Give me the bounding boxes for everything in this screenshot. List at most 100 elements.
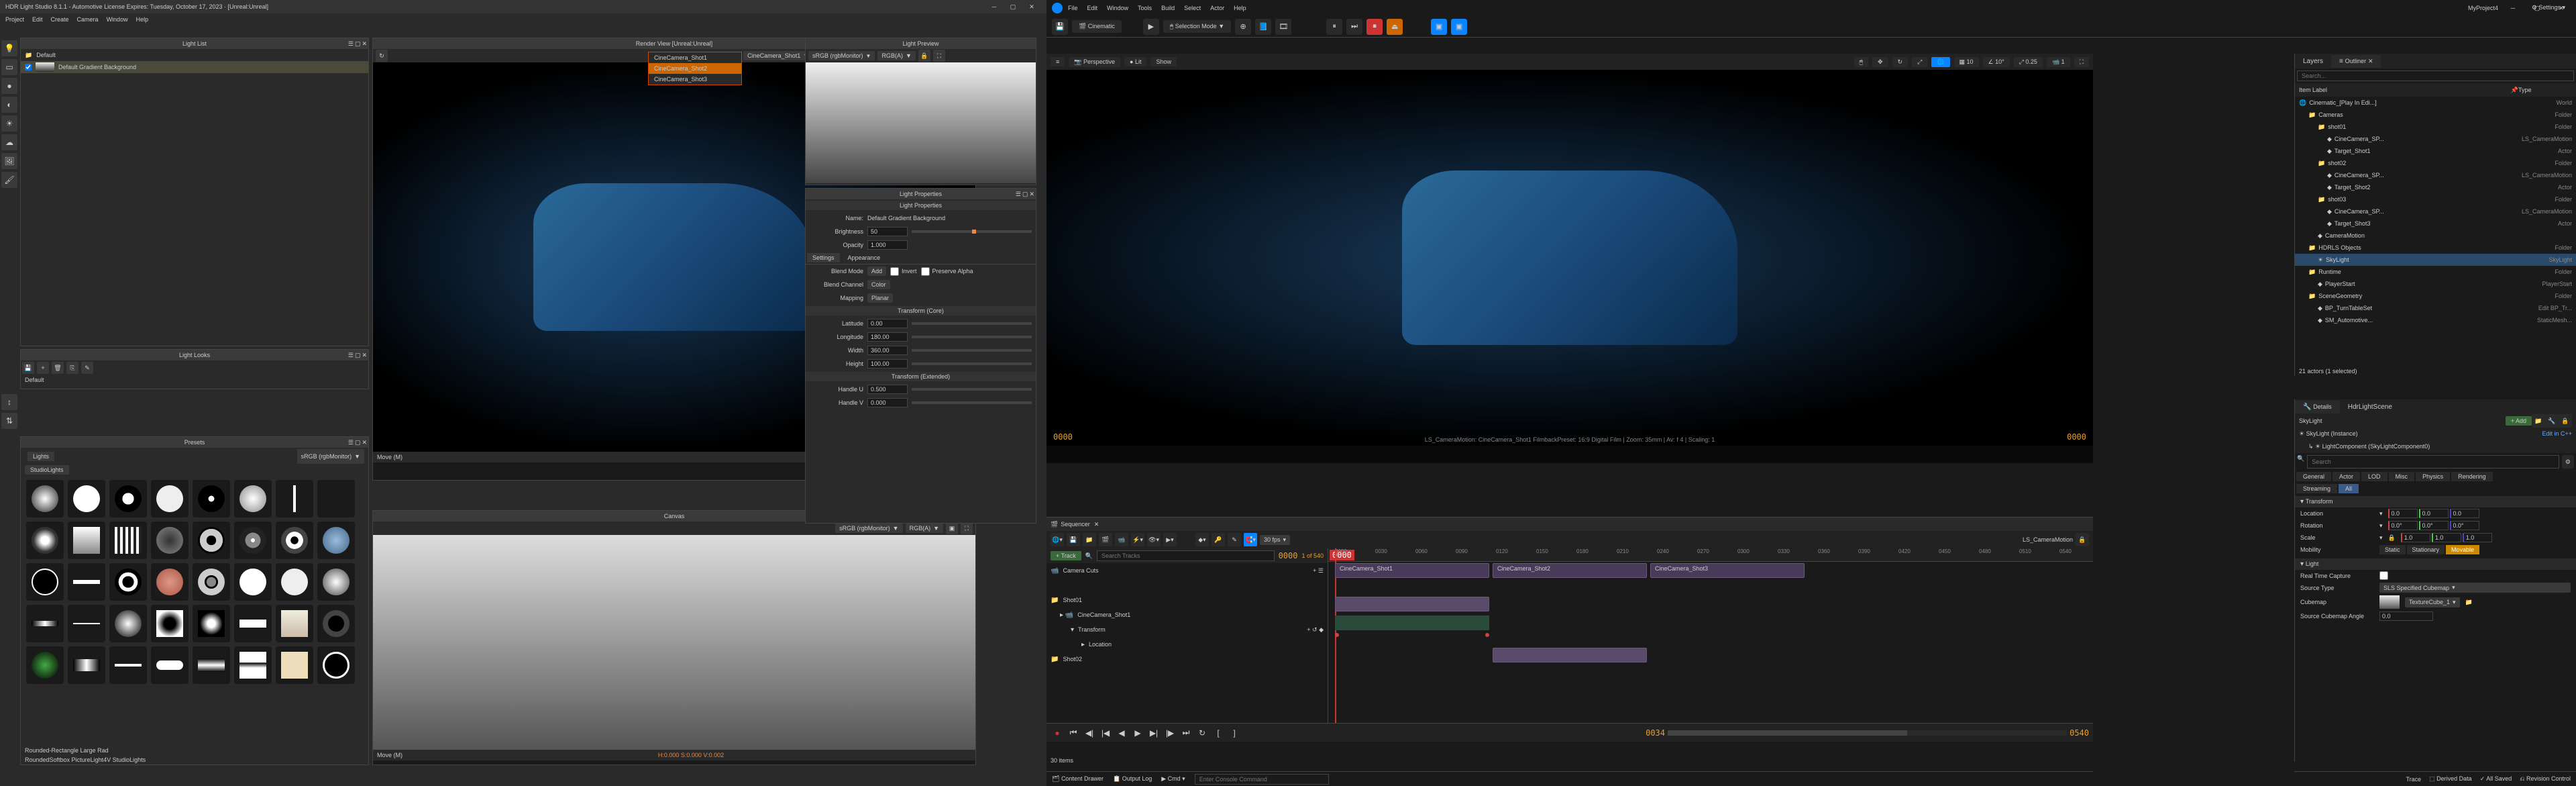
outliner-row[interactable]: ◆Target_Shot1Actor bbox=[2295, 145, 2576, 157]
ue-menu-help[interactable]: Help bbox=[1234, 5, 1246, 11]
preset-item[interactable] bbox=[193, 480, 230, 518]
preset-item[interactable] bbox=[109, 563, 147, 601]
cubemap-thumbnail[interactable] bbox=[2379, 595, 2400, 609]
fps-dropdown[interactable]: 30 fps ▾ bbox=[1260, 535, 1290, 545]
stop-icon[interactable]: ⏹ bbox=[1366, 19, 1383, 35]
preset-item[interactable] bbox=[317, 480, 355, 518]
preview-channels-dropdown[interactable]: RGB(A) ▼ bbox=[877, 51, 915, 60]
panel-close-icon[interactable]: ✕ bbox=[1029, 191, 1034, 198]
preset-item[interactable] bbox=[68, 522, 105, 559]
platform2-icon[interactable]: ▣ bbox=[1451, 19, 1467, 35]
output-log-button[interactable]: 📋 Output Log bbox=[1113, 775, 1152, 783]
keyframe[interactable] bbox=[1485, 633, 1489, 637]
seq-playback-icon[interactable]: ▶▾ bbox=[1163, 533, 1177, 546]
rotation-x-input[interactable] bbox=[2388, 521, 2418, 530]
preview-lock-icon[interactable]: 🔒 bbox=[918, 50, 930, 62]
opacity-input[interactable] bbox=[867, 240, 908, 250]
scale-y-input[interactable] bbox=[2432, 533, 2461, 542]
tool-brush-icon[interactable]: 🖌 bbox=[1, 172, 17, 188]
outliner-row[interactable]: 📁shot01Folder bbox=[2295, 121, 2576, 133]
play-button[interactable]: ▶ bbox=[1131, 726, 1144, 740]
outliner-row[interactable]: ◆Target_Shot3Actor bbox=[2295, 217, 2576, 230]
save-icon[interactable]: 💾 bbox=[1052, 19, 1068, 35]
tool-sky-icon[interactable]: ☁ bbox=[1, 134, 17, 150]
latitude-input[interactable] bbox=[867, 319, 908, 328]
range-end-button[interactable]: ] bbox=[1228, 726, 1241, 740]
light-list-row[interactable]: Default Gradient Background bbox=[21, 61, 368, 73]
seq-lock-icon[interactable]: 🔒 bbox=[2076, 533, 2089, 546]
preset-item[interactable] bbox=[193, 563, 230, 601]
looks-nav2-icon[interactable]: ⇅ bbox=[1, 413, 17, 429]
preset-item[interactable] bbox=[317, 605, 355, 642]
panel-close-icon[interactable]: ✕ bbox=[362, 352, 367, 359]
details-options-icon[interactable]: ⚙ bbox=[2562, 455, 2574, 469]
preview-fit-icon[interactable]: ⛶ bbox=[933, 50, 945, 62]
tool-image-icon[interactable]: 🖼 bbox=[1, 153, 17, 169]
canvas-colorspace-dropdown[interactable]: sRGB (rgbMonitor) ▼ bbox=[835, 524, 902, 533]
clip-shot2[interactable]: CineCamera_Shot2 bbox=[1493, 563, 1647, 578]
ue-minimize-button[interactable]: ─ bbox=[2504, 3, 2522, 13]
preset-item[interactable] bbox=[109, 605, 147, 642]
track-camera[interactable]: ▸ 📹 CineCamera_Shot1 bbox=[1046, 607, 1328, 622]
outliner-row[interactable]: 📁shot03Folder bbox=[2295, 193, 2576, 205]
keyframe[interactable] bbox=[1335, 633, 1339, 637]
latitude-slider[interactable] bbox=[912, 322, 1032, 325]
brightness-input[interactable] bbox=[867, 227, 908, 236]
transform-ext-header[interactable]: Transform (Extended) bbox=[806, 372, 1036, 381]
seq-find-icon[interactable]: 📁 bbox=[1083, 533, 1096, 546]
tab-layers[interactable]: Layers bbox=[2295, 55, 2331, 68]
blueprint-icon[interactable]: 📘 bbox=[1255, 19, 1271, 35]
seq-key-icon[interactable]: ◆▾ bbox=[1195, 533, 1209, 546]
light-enable-checkbox[interactable] bbox=[25, 64, 32, 70]
preset-colorspace-dropdown[interactable]: sRGB (rgbMonitor) ▼ bbox=[297, 449, 364, 464]
tab-close-icon[interactable]: ✕ bbox=[1094, 521, 1099, 528]
panel-opts-icon[interactable]: ☰ bbox=[348, 439, 354, 446]
filter-physics[interactable]: Physics bbox=[2416, 472, 2450, 481]
clip-shot1[interactable]: CineCamera_Shot1 bbox=[1335, 563, 1489, 578]
ue-menu-tools[interactable]: Tools bbox=[1138, 5, 1152, 11]
height-slider[interactable] bbox=[912, 362, 1032, 365]
filter-misc[interactable]: Misc bbox=[2389, 472, 2415, 481]
viewport-options-icon[interactable]: ≡ bbox=[1051, 57, 1065, 66]
light-list-root[interactable]: 📁 Default bbox=[21, 49, 368, 61]
preset-item[interactable] bbox=[151, 522, 189, 559]
location-y-input[interactable] bbox=[2419, 509, 2449, 518]
preset-tab-studio[interactable]: StudioLights bbox=[25, 465, 69, 475]
location-x-input[interactable] bbox=[2388, 509, 2418, 518]
menu-help[interactable]: Help bbox=[136, 16, 149, 23]
looks-current[interactable]: Default bbox=[21, 375, 368, 385]
add-component-button[interactable]: + Add bbox=[2506, 416, 2532, 426]
camera-option[interactable]: CineCamera_Shot1 bbox=[649, 52, 741, 63]
outliner-row[interactable]: 📁SceneGeometryFolder bbox=[2295, 290, 2576, 302]
show-dropdown[interactable]: Show bbox=[1150, 57, 1177, 66]
step-fwd-button[interactable]: |▶ bbox=[1163, 726, 1177, 740]
preset-item[interactable] bbox=[68, 480, 105, 518]
details-search-input[interactable] bbox=[2307, 455, 2559, 469]
width-slider[interactable] bbox=[912, 349, 1032, 352]
add-content-icon[interactable]: ⊕ bbox=[1235, 19, 1251, 35]
platform1-icon[interactable]: ▣ bbox=[1431, 19, 1447, 35]
menu-create[interactable]: Create bbox=[51, 16, 69, 23]
gizmo-rotate-icon[interactable]: ↻ bbox=[1892, 57, 1909, 67]
outliner-row[interactable]: ◆SM_Automotive...StaticMesh... bbox=[2295, 314, 2576, 326]
browse-asset-icon[interactable]: 📁 bbox=[2465, 599, 2473, 606]
track-transform[interactable]: ▾ Transform+ ↺ ◆ bbox=[1046, 622, 1328, 637]
tool-sphere-icon[interactable]: ● bbox=[1, 78, 17, 94]
mobility-movable[interactable]: Movable bbox=[2446, 545, 2479, 554]
panel-close-icon[interactable]: ✕ bbox=[362, 40, 367, 48]
outliner-row[interactable]: 📁shot02Folder bbox=[2295, 157, 2576, 169]
goto-end-button[interactable]: ⏭ bbox=[1179, 726, 1193, 740]
menu-project[interactable]: Project bbox=[5, 16, 24, 23]
seq-edit-icon[interactable]: ✎ bbox=[1228, 533, 1241, 546]
height-input[interactable] bbox=[867, 359, 908, 369]
col-type[interactable]: Type bbox=[2518, 87, 2572, 93]
preview-viewport[interactable] bbox=[806, 62, 1036, 183]
preset-item[interactable] bbox=[151, 605, 189, 642]
preset-item[interactable] bbox=[234, 522, 272, 559]
preview-colorspace-dropdown[interactable]: sRGB (rgbMonitor) ▼ bbox=[808, 51, 875, 60]
outliner-row[interactable]: ☀SkyLightSkyLight bbox=[2295, 254, 2576, 266]
panel-opts-icon[interactable]: ☰ bbox=[348, 352, 354, 359]
menu-edit[interactable]: Edit bbox=[32, 16, 43, 23]
perspective-dropdown[interactable]: 📷 Perspective bbox=[1069, 57, 1120, 67]
blend-channel-dropdown[interactable]: Color bbox=[867, 280, 890, 289]
